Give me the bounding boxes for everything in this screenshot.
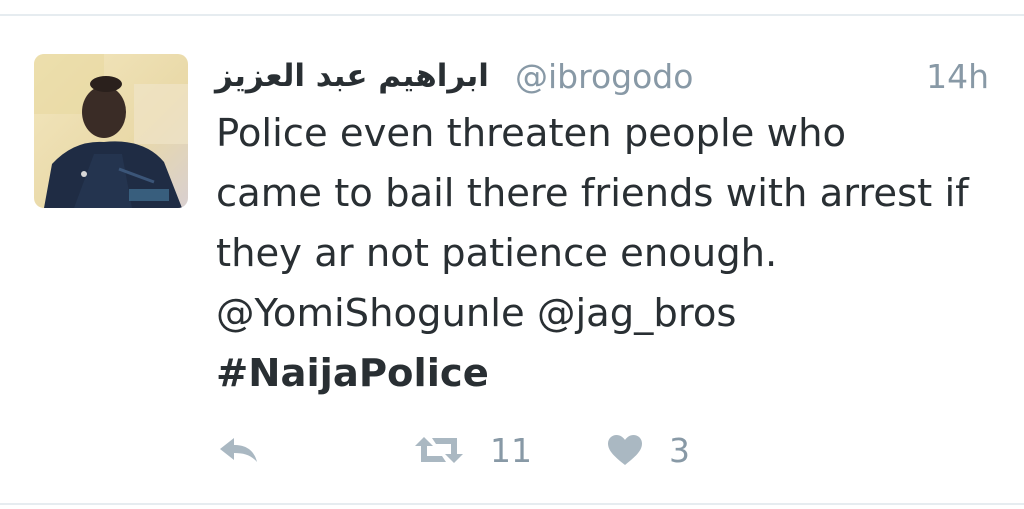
tweet-header: ابراهيم عبد العزيز @ibrogodo 14h <box>215 54 995 104</box>
retweet-count: 11 <box>490 430 532 470</box>
hashtag-link[interactable]: #NaijaPolice <box>216 351 489 396</box>
user-handle[interactable]: @ibrogodo <box>515 57 693 96</box>
tweet-text-line: they ar not patience enough. <box>216 231 778 276</box>
bottom-divider <box>0 503 1024 505</box>
tweet-actions: 11 3 <box>216 425 916 475</box>
avatar[interactable] <box>34 54 188 208</box>
timestamp[interactable]: 14h <box>926 57 989 96</box>
top-divider <box>0 14 1024 16</box>
heart-icon <box>608 435 642 465</box>
like-count: 3 <box>669 430 690 470</box>
avatar-photo <box>34 54 188 208</box>
tweet-text-line: Police even threaten people who <box>216 111 847 156</box>
mentions-line: @YomiShogunle @jag_bros <box>216 284 1016 344</box>
reply-icon <box>220 438 257 462</box>
hashtag-line: #NaijaPolice <box>216 344 1016 404</box>
display-name[interactable]: ابراهيم عبد العزيز <box>215 58 489 94</box>
like-button[interactable]: 3 <box>607 425 690 475</box>
retweet-icon <box>415 437 463 463</box>
mention-link[interactable]: @YomiShogunle <box>216 291 525 336</box>
retweet-button[interactable]: 11 <box>414 425 532 475</box>
tweet-text-line: came to bail there friends with arrest i… <box>216 171 969 216</box>
tweet-text: Police even threaten people who came to … <box>216 104 1016 404</box>
mention-link[interactable]: @jag_bros <box>537 291 737 336</box>
reply-button[interactable] <box>216 425 260 475</box>
